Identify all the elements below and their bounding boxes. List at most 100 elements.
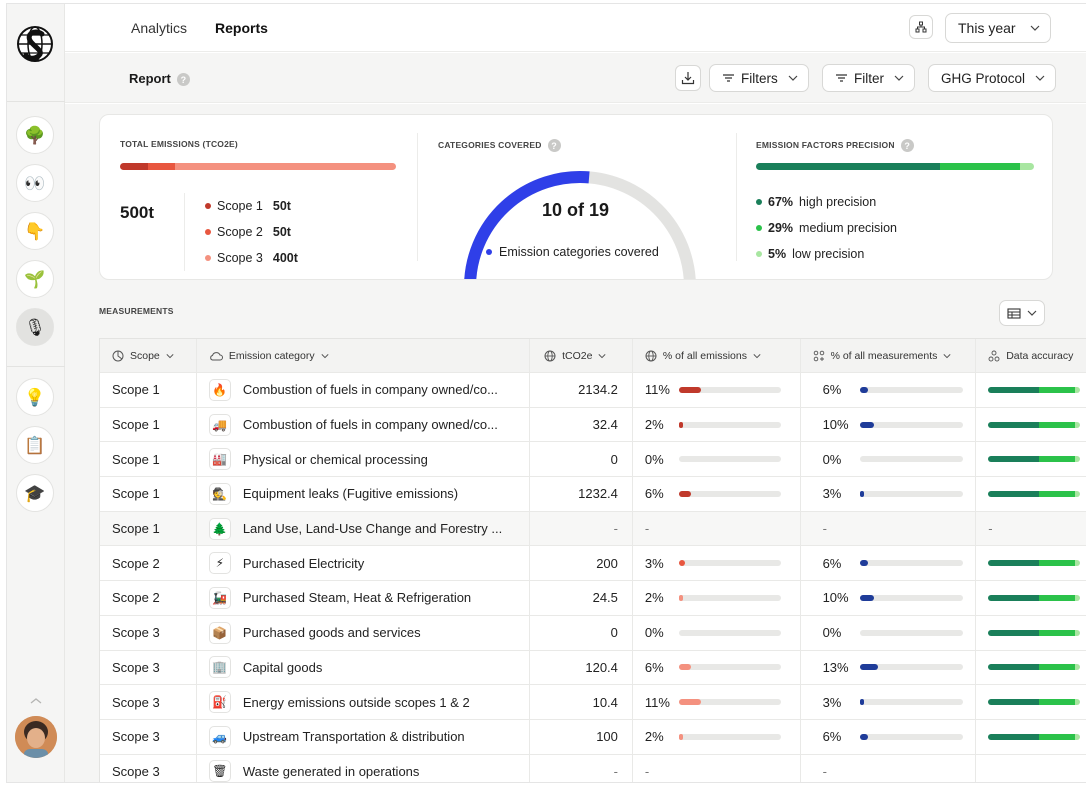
sidebar-item-pointing-hand[interactable]: 👇 (16, 212, 54, 250)
measurements-label: MEASUREMENTS (99, 306, 174, 316)
category-cell: 🚂 Purchased Steam, Heat & Refrigeration (197, 581, 531, 615)
scope-cell: Scope 3 (100, 615, 197, 650)
pct-emissions-bar (678, 664, 781, 671)
pct-measurements-value: 10% (822, 590, 849, 606)
scope-value: 50t (272, 199, 291, 213)
pct-emissions-value: - (644, 521, 650, 537)
category-cell: 🚙 Upstream Transportation & distribution (197, 719, 531, 754)
pct-measurements-fill (859, 386, 869, 393)
tco2e-cell: 0 (530, 615, 633, 650)
hierarchy-button[interactable] (909, 15, 933, 39)
measurements-table: Scope Emission category tCO2e % of all e… (99, 338, 1086, 782)
gauge-track (464, 171, 696, 279)
pct-measurements-fill (859, 490, 864, 497)
period-select[interactable]: This year (945, 13, 1051, 43)
pct-emissions-fill (678, 699, 702, 706)
pct-measurements-bar (859, 386, 964, 393)
scope-cell: Scope 3 (100, 754, 197, 782)
table-row[interactable]: Scope 1 🚚 Combustion of fuels in company o… (100, 407, 1086, 443)
table-row[interactable]: Scope 3 🗑 Waste generated in operations - - - (100, 754, 1086, 782)
column-category[interactable]: Emission category (197, 339, 531, 372)
scope-breakdown: Scope 1 50t Scope 2 50t Scope 3 400t (184, 193, 298, 271)
pct-measurements-cell: 6% (801, 373, 977, 407)
view-toggle-button[interactable] (999, 300, 1045, 326)
sidebar-item-graduation-cap[interactable]: 🎓 (16, 474, 54, 512)
table-row[interactable]: Scope 3 🚙 Upstream Transportation & distri… (100, 719, 1086, 755)
filters-label: Filters (741, 70, 778, 86)
protocol-dropdown[interactable]: GHG Protocol (928, 64, 1057, 92)
table-row[interactable]: Scope 3 ⛽ Energy emissions outside scopes … (100, 685, 1086, 720)
nodes-icon (988, 350, 1000, 361)
accuracy-cell (976, 373, 1086, 407)
pct-emissions-bar (678, 629, 781, 636)
scope-name: Scope 3 (217, 251, 263, 265)
chevron-down-icon (1027, 310, 1037, 316)
table-row[interactable]: Scope 1 🌲 Land Use, Land-Use Change and Fo… (100, 511, 1086, 547)
tco2e-cell: 1232.4 (530, 477, 633, 511)
help-icon[interactable]: ? (176, 73, 190, 87)
precision-item: 67% high precision (756, 189, 897, 215)
chevron-down-icon (321, 353, 329, 358)
scope-text: Scope 1 (112, 417, 160, 433)
table-row[interactable]: Scope 1 🔥 Combustion of fuels in company o… (100, 373, 1086, 408)
accuracy-segment (1075, 560, 1080, 567)
help-icon[interactable]: ? (900, 139, 914, 152)
sidebar-item-light-bulb[interactable]: 💡 (16, 378, 54, 416)
scope-share-segment (175, 163, 396, 170)
category-cell: 🔥 Combustion of fuels in company owned/co… (197, 373, 531, 407)
sidebar-item-tree[interactable]: 🌳 (16, 116, 54, 154)
category-glyph: ⛽ (212, 695, 228, 710)
table-row[interactable]: Scope 3 📦 Purchased goods and services 0 0% 0… (100, 615, 1086, 651)
sidebar-item-seedling[interactable]: 🌱 (16, 260, 54, 298)
tab-analytics[interactable]: Analytics (131, 20, 187, 36)
table-row[interactable]: Scope 1 🏭 Physical or chemical processing 0… (100, 442, 1086, 478)
category-text: Capital goods (242, 659, 323, 675)
category-text: Combustion of fuels in company owned/co.… (242, 382, 498, 398)
sidebar-item-microphone[interactable]: 🎙 (16, 308, 54, 346)
accuracy-bar (988, 629, 1080, 636)
pct-emissions-bar (678, 456, 781, 463)
help-icon[interactable]: ? (547, 139, 561, 152)
accuracy-segment (988, 421, 1039, 428)
accuracy-bar (988, 733, 1080, 740)
pct-emissions-value: 11% (644, 382, 670, 398)
column-pct-emissions[interactable]: % of all emissions (633, 339, 801, 372)
column-accuracy[interactable]: Data accuracy (976, 339, 1086, 372)
filters-dropdown[interactable]: Filters (709, 64, 809, 92)
scope-item: Scope 2 50t (205, 219, 298, 245)
pct-measurements-bar (859, 664, 964, 671)
table-row[interactable]: Scope 2 🚂 Purchased Steam, Heat & Refriger… (100, 581, 1086, 616)
scope-name: Scope 1 (217, 199, 263, 213)
filter-dropdown[interactable]: Filter (822, 64, 915, 92)
tab-reports[interactable]: Reports (215, 20, 268, 36)
column-tco2e[interactable]: tCO2e (530, 339, 633, 372)
sidebar-item-clipboard[interactable]: 📋 (16, 426, 54, 464)
sidebar-item-eyes[interactable]: 👀 (16, 164, 54, 202)
detective-icon: 🕵 (208, 482, 231, 505)
pct-emissions-value: - (644, 763, 650, 779)
download-button[interactable] (675, 65, 701, 91)
accuracy-segment (1075, 699, 1080, 706)
user-avatar[interactable] (15, 716, 57, 758)
column-scope[interactable]: Scope (100, 339, 197, 372)
pct-measurements-cell: 3% (801, 685, 977, 719)
tco2e-cell: 2134.2 (530, 373, 633, 407)
precision-label: EMISSION FACTORS PRECISION? (756, 139, 914, 152)
table-row[interactable]: Scope 3 🏢 Capital goods 120.4 6% 13% (100, 650, 1086, 686)
chevron-up-icon[interactable] (29, 696, 43, 706)
pct-measurements-cell: 0% (801, 615, 977, 650)
precision-pct: 5% (768, 247, 787, 261)
gauge-fill (464, 171, 590, 279)
table-row[interactable]: Scope 1 🕵 Equipment leaks (Fugitive emissi… (100, 477, 1086, 512)
scope-item: Scope 3 400t (205, 245, 298, 271)
table-row[interactable]: Scope 2 ⚡ Purchased Electricity 200 3% 6% (100, 546, 1086, 582)
precision-text: low precision (792, 247, 865, 261)
column-pct-measurements[interactable]: % of all measurements (801, 339, 977, 372)
accuracy-segment (1038, 733, 1076, 740)
protocol-label: GHG Protocol (941, 70, 1026, 86)
tco2e-value: 32.4 (592, 417, 618, 433)
column-pct-measurements-label: % of all measurements (830, 349, 938, 362)
app-logo-icon[interactable] (15, 24, 55, 64)
tco2e-value: 1232.4 (578, 486, 618, 502)
category-glyph: 📦 (212, 625, 228, 640)
